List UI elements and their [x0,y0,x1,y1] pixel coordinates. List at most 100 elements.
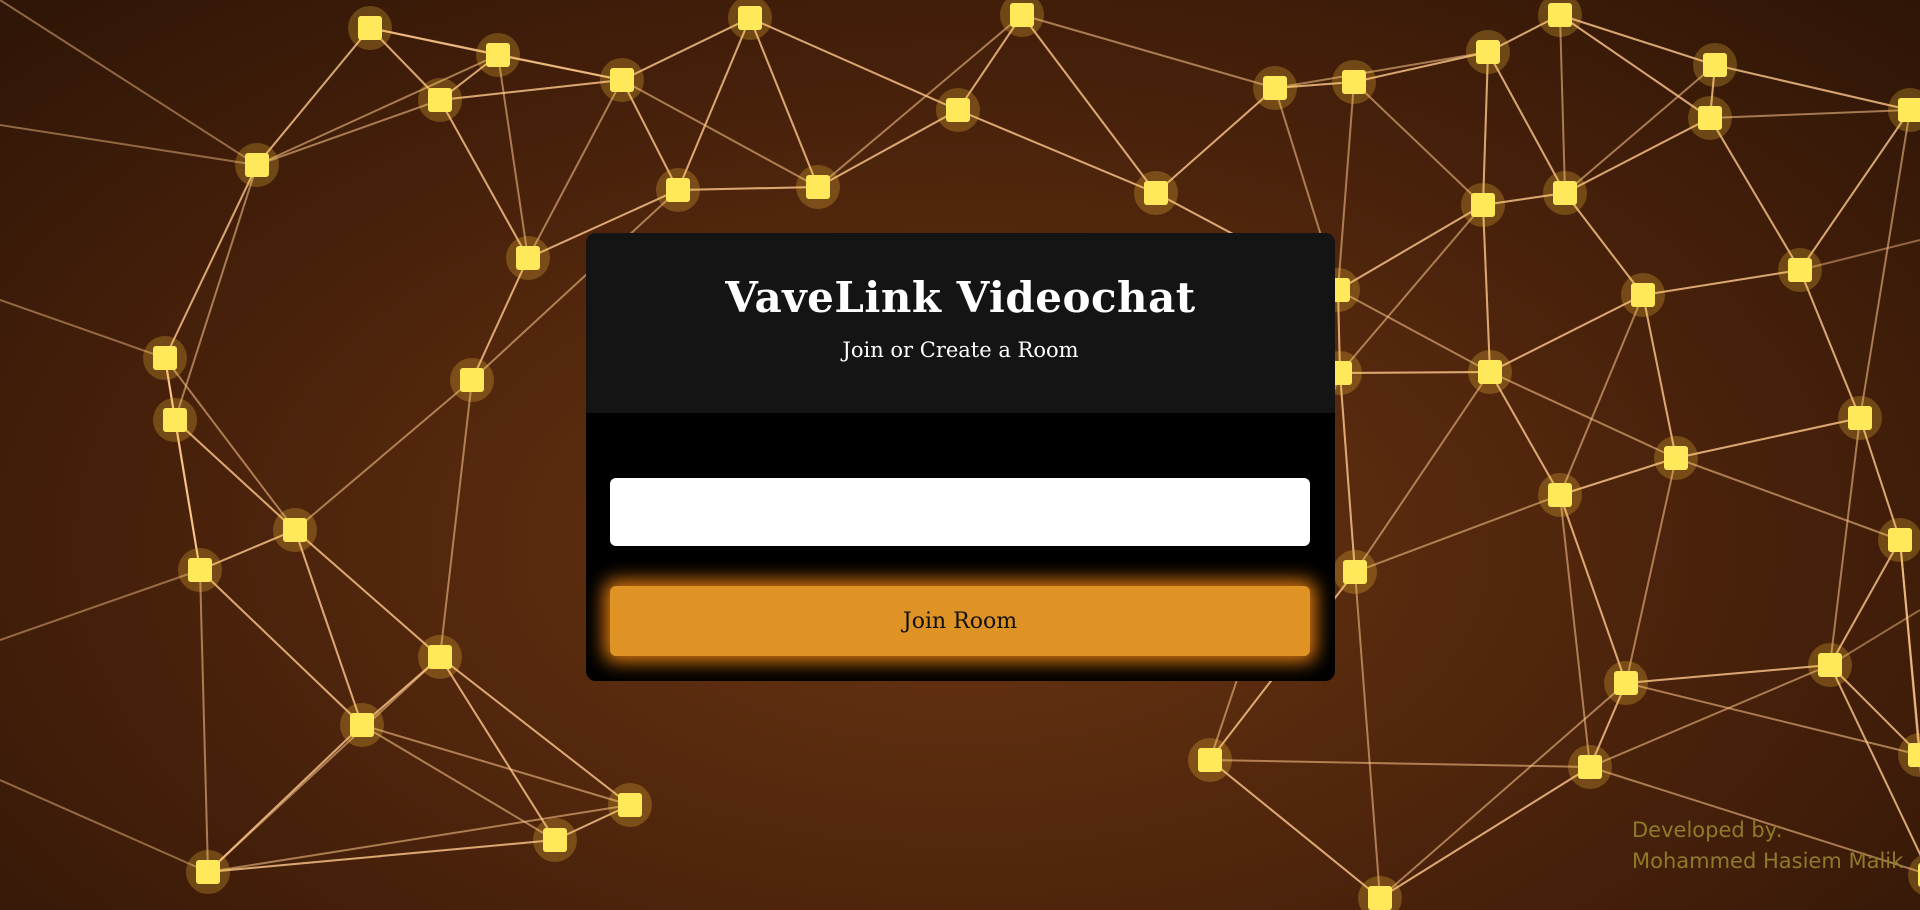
network-link [1829,417,1861,666]
network-link [1489,371,1677,459]
network-link [1337,204,1484,291]
network-node [666,178,690,202]
developer-credit: Developed by: Mohammed Hasiem Malik [1632,815,1903,877]
network-node [196,860,220,884]
network-link [439,379,473,658]
card-header: VaveLink Videochat Join or Create a Room [586,233,1335,413]
network-link [1155,87,1276,194]
network-node [1664,446,1688,470]
network-link [439,79,623,101]
network-node [1788,258,1812,282]
network-link [1559,14,1566,194]
network-node [1342,70,1366,94]
network-link [1709,109,1911,119]
network-link [1799,269,1861,419]
network-link [1675,457,1901,541]
network-link [1379,682,1627,899]
network-link [439,656,556,841]
network-node [1476,40,1500,64]
network-link [1354,571,1381,899]
network-node [350,713,374,737]
network-link [817,109,959,188]
network-node [1703,53,1727,77]
network-link [199,569,209,873]
network-link [527,79,623,259]
network-node [610,68,634,92]
network-link [174,419,296,531]
network-node [245,153,269,177]
network-link [1559,14,1716,66]
network-node [946,98,970,122]
network-link [1559,294,1644,496]
network-link [1625,664,1831,684]
network-node [1631,283,1655,307]
network-link [1339,372,1356,573]
network-node [543,828,567,852]
network-node [1548,483,1572,507]
network-link [164,357,296,531]
network-link [199,569,363,726]
network-link [439,99,529,259]
network-node [618,793,642,817]
network-link [0,779,209,873]
network-link [1209,759,1381,899]
network-node [1010,3,1034,27]
network-link [174,164,258,421]
network-node [1478,360,1502,384]
network-node [738,6,762,30]
network-link [1899,539,1920,756]
network-link [1859,109,1911,419]
room-name-input[interactable] [610,478,1310,546]
network-link [1642,269,1801,296]
network-link [361,724,631,806]
network-link [621,79,819,188]
network-link [1354,371,1491,573]
network-link [1482,204,1491,373]
network-link [361,724,556,841]
network-link [1339,371,1491,374]
network-node [1343,560,1367,584]
network-link [0,569,201,641]
network-link [957,109,1157,194]
network-link [1675,417,1861,459]
network-link [1379,766,1591,899]
network-node [486,43,510,67]
network-link [1709,117,1801,271]
network-link [164,164,258,359]
network-link [294,379,473,531]
network-node [806,175,830,199]
app-title: VaveLink Videochat [725,273,1196,322]
credit-line-2: Mohammed Hasiem Malik [1632,849,1904,873]
network-node [1553,181,1577,205]
network-link [1337,289,1491,373]
network-node [1818,653,1842,677]
network-link [1021,14,1276,89]
network-node [1548,3,1572,27]
network-node [1471,193,1495,217]
network-link [1354,494,1561,573]
network-link [497,54,529,259]
network-node [428,88,452,112]
network-link [1564,117,1711,194]
network-node [163,408,187,432]
network-link [817,14,1023,188]
network-node [1698,106,1722,130]
network-link [1339,204,1484,374]
network-node [358,16,382,40]
app-subtitle: Join or Create a Room [842,338,1079,362]
network-node [1908,743,1920,767]
network-link [1714,64,1911,111]
network-link [1642,294,1677,459]
network-link [1489,294,1644,373]
network-node [1848,406,1872,430]
network-link [1274,51,1489,89]
network-node [1898,98,1920,122]
network-link [1625,457,1677,684]
network-node [1144,181,1168,205]
network-node [428,645,452,669]
network-link [0,0,258,166]
network-link [164,357,201,571]
network-link [1337,81,1355,291]
join-room-button[interactable]: Join Room [610,586,1310,656]
network-node [1368,886,1392,910]
